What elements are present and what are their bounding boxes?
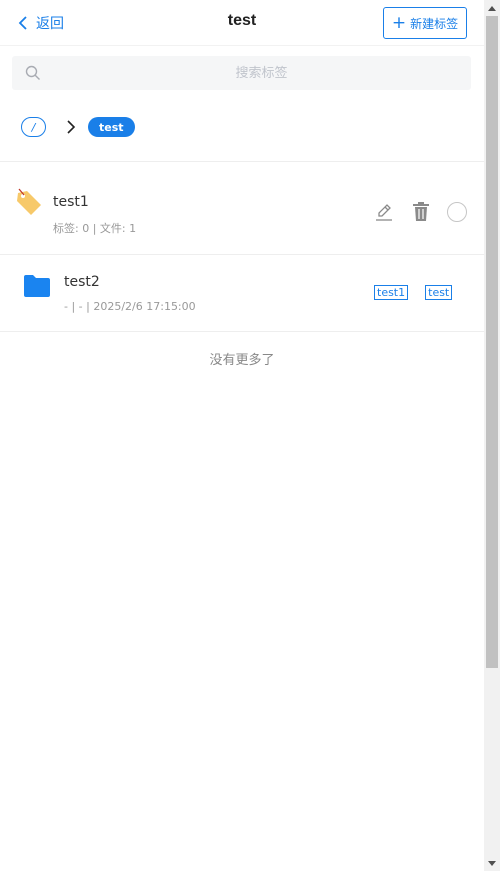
list-item[interactable]: test1 标签: 0 | 文件: 1 xyxy=(0,162,484,255)
tag-icon xyxy=(17,188,41,215)
item-meta: 标签: 0 | 文件: 1 xyxy=(53,222,137,235)
chevron-right-icon xyxy=(67,120,76,134)
list-item[interactable]: test2 - | - | 2025/2/6 17:15:00 test1 te… xyxy=(0,255,484,332)
edit-icon[interactable] xyxy=(374,202,394,222)
tag-chip[interactable]: test xyxy=(425,285,453,300)
breadcrumb: / test xyxy=(21,117,135,137)
plus-icon: + xyxy=(391,12,407,33)
new-tag-label: 新建标签 xyxy=(410,16,459,31)
item-name: test2 xyxy=(64,274,100,290)
new-tag-button[interactable]: + 新建标签 xyxy=(383,7,467,39)
scrollbar-thumb[interactable] xyxy=(486,16,498,668)
item-name: test1 xyxy=(53,194,89,210)
search-bar xyxy=(12,56,471,90)
no-more-text: 没有更多了 xyxy=(209,353,275,368)
search-input[interactable] xyxy=(12,56,471,90)
scroll-down-arrow-icon[interactable] xyxy=(484,855,500,871)
item-actions xyxy=(374,202,467,222)
item-tags: test1 test xyxy=(374,285,469,300)
header: 返回 test + 新建标签 xyxy=(0,0,484,46)
scroll-up-arrow-icon[interactable] xyxy=(484,0,500,16)
breadcrumb-current[interactable]: test xyxy=(88,117,135,137)
scrollbar[interactable] xyxy=(484,0,500,871)
item-meta: - | - | 2025/2/6 17:15:00 xyxy=(64,300,196,313)
folder-icon xyxy=(24,275,50,297)
select-checkbox[interactable] xyxy=(447,202,467,222)
search-icon xyxy=(25,65,40,80)
app-root: 返回 test + 新建标签 / test test1 标签: 0 | 文件: … xyxy=(0,0,484,871)
trash-icon[interactable] xyxy=(411,202,431,222)
breadcrumb-root[interactable]: / xyxy=(21,117,46,137)
tag-chip[interactable]: test1 xyxy=(374,285,409,300)
